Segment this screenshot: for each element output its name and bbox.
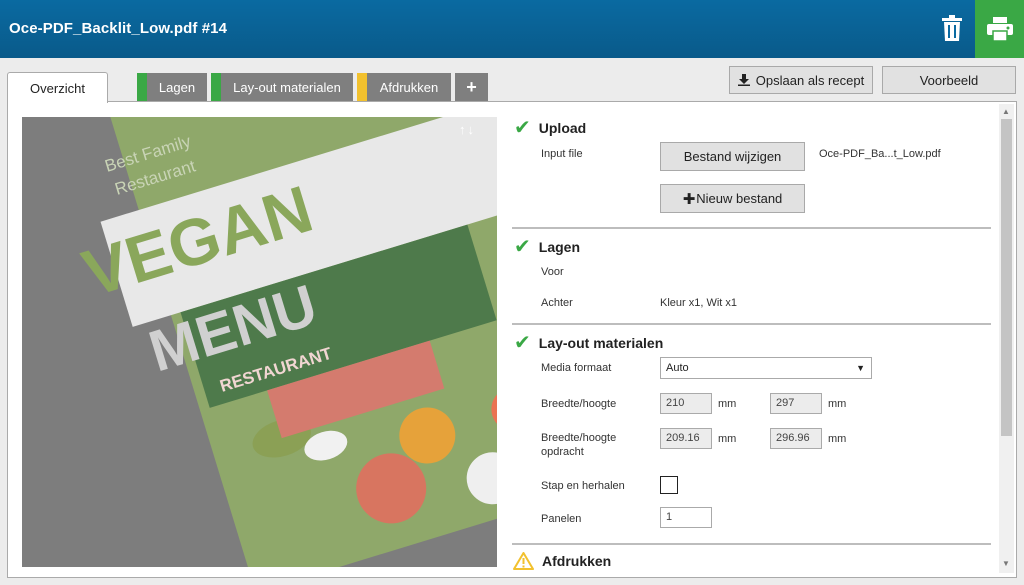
tab-layout-label: Lay-out materialen xyxy=(233,79,341,95)
status-marker xyxy=(211,73,221,101)
media-format-value: Auto xyxy=(666,362,689,374)
status-marker xyxy=(357,73,367,101)
layout-section-title: ✔ Lay-out materialen xyxy=(514,333,663,353)
tab-afdrukken-label: Afdrukken xyxy=(379,79,439,95)
panels-label: Panelen xyxy=(541,513,582,525)
media-format-label: Media formaat xyxy=(541,362,612,374)
height-unit: mm xyxy=(828,398,847,410)
tab-afdrukken[interactable]: Afdrukken xyxy=(357,73,451,101)
tab-lagen-label: Lagen xyxy=(158,79,196,95)
warning-icon xyxy=(513,552,534,570)
layers-section-title: ✔ Lagen xyxy=(514,237,580,257)
job-height-input[interactable]: 296.96 xyxy=(770,428,822,449)
check-icon: ✔ xyxy=(514,332,531,354)
preview-label: Voorbeeld xyxy=(919,72,979,88)
divider xyxy=(512,227,991,229)
job-size-label-line1: Breedte/hoogte xyxy=(541,432,617,444)
printer-icon xyxy=(986,17,1013,41)
status-marker xyxy=(137,73,147,101)
plus-icon: ✚ xyxy=(682,190,696,208)
tab-lagen[interactable]: Lagen xyxy=(137,73,207,101)
tab-overzicht-label: Overzicht xyxy=(30,80,85,96)
add-tab-button[interactable]: + xyxy=(455,73,488,101)
scroll-down-icon[interactable]: ▼ xyxy=(1002,559,1010,568)
width-input[interactable]: 210 xyxy=(660,393,712,414)
app-header: Oce-PDF_Backlit_Low.pdf #14 xyxy=(0,0,1024,58)
width-height-label: Breedte/hoogte xyxy=(541,398,617,410)
height-input[interactable]: 297 xyxy=(770,393,822,414)
job-size-label-line2: opdracht xyxy=(541,446,584,458)
media-format-select[interactable]: Auto ▼ xyxy=(660,357,872,379)
job-title: Oce-PDF_Backlit_Low.pdf #14 xyxy=(9,20,228,37)
layout-title: Lay-out materialen xyxy=(538,335,664,351)
print-section-title: Afdrukken xyxy=(513,552,611,570)
tab-layout-materialen[interactable]: Lay-out materialen xyxy=(211,73,353,101)
check-icon: ✔ xyxy=(514,236,531,258)
change-file-button[interactable]: Bestand wijzigen xyxy=(660,142,805,171)
scroll-up-icon[interactable]: ▲ xyxy=(1002,107,1010,116)
job-height-unit: mm xyxy=(828,433,847,445)
panels-input[interactable]: 1 xyxy=(660,507,712,528)
back-value: Kleur x1, Wit x1 xyxy=(660,297,738,309)
trash-icon[interactable] xyxy=(938,12,966,44)
divider xyxy=(512,323,991,325)
new-file-label: Nieuw bestand xyxy=(696,191,783,206)
new-file-button[interactable]: ✚ Nieuw bestand xyxy=(660,184,805,213)
layers-title: Lagen xyxy=(538,239,580,255)
flip-arrows-icon[interactable]: ↑↓ xyxy=(459,122,476,137)
back-label: Achter xyxy=(541,297,573,309)
step-repeat-label: Stap en herhalen xyxy=(541,480,625,492)
save-as-recipe-button[interactable]: Opslaan als recept xyxy=(729,66,873,94)
scrollbar-thumb[interactable] xyxy=(1001,119,1012,436)
width-unit: mm xyxy=(718,398,737,410)
save-as-recipe-label: Opslaan als recept xyxy=(755,72,865,88)
document-preview: Best Family Restaurant VEGAN MENU RESTAU… xyxy=(22,117,497,567)
preview-button[interactable]: Voorbeeld xyxy=(882,66,1016,94)
upload-title: Upload xyxy=(538,120,587,136)
print-title: Afdrukken xyxy=(542,553,612,569)
input-file-label: Input file xyxy=(541,148,583,160)
front-label: Voor xyxy=(541,266,564,278)
job-width-input[interactable]: 209.16 xyxy=(660,428,712,449)
scrollbar[interactable]: ▲ ▼ xyxy=(999,104,1014,573)
plus-icon: + xyxy=(466,76,477,97)
step-repeat-checkbox[interactable] xyxy=(660,476,678,494)
tab-overzicht[interactable]: Overzicht xyxy=(7,72,108,103)
download-icon xyxy=(737,74,750,86)
upload-section-title: ✔ Upload xyxy=(514,118,586,138)
divider xyxy=(512,543,991,545)
caret-down-icon: ▼ xyxy=(856,363,865,373)
print-button[interactable] xyxy=(975,0,1024,58)
change-file-label: Bestand wijzigen xyxy=(683,149,782,164)
file-name: Oce-PDF_Ba...t_Low.pdf xyxy=(819,148,941,160)
job-width-unit: mm xyxy=(718,433,737,445)
check-icon: ✔ xyxy=(514,117,531,139)
